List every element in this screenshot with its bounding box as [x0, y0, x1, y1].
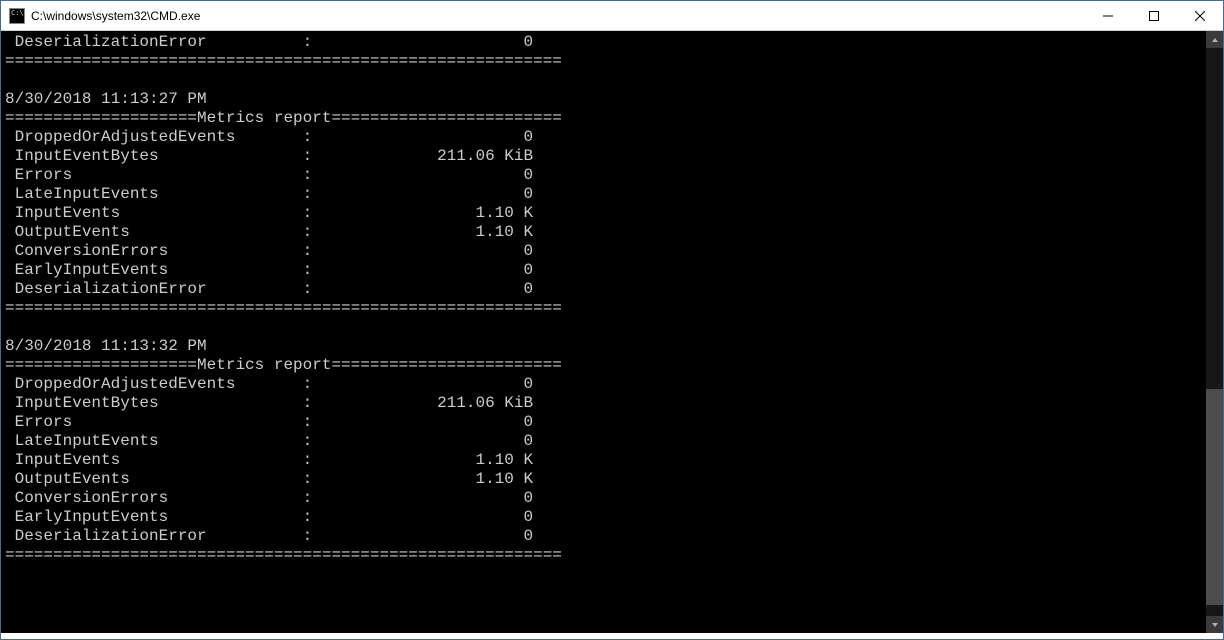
scroll-down-button[interactable]: [1206, 616, 1223, 633]
titlebar[interactable]: C:\windows\system32\CMD.exe: [1, 1, 1223, 31]
close-button[interactable]: [1177, 1, 1223, 30]
window-title: C:\windows\system32\CMD.exe: [31, 9, 200, 23]
cmd-window: C:\windows\system32\CMD.exe Deserializat…: [0, 0, 1224, 640]
vertical-scrollbar[interactable]: [1206, 31, 1223, 633]
minimize-icon: [1103, 11, 1113, 21]
close-icon: [1195, 11, 1205, 21]
scroll-up-button[interactable]: [1206, 31, 1223, 48]
client-area: DeserializationError : 0 ===============…: [1, 31, 1223, 633]
chevron-down-icon: [1211, 621, 1219, 629]
window-controls: [1085, 1, 1223, 30]
maximize-button[interactable]: [1131, 1, 1177, 30]
minimize-button[interactable]: [1085, 1, 1131, 30]
console-output[interactable]: DeserializationError : 0 ===============…: [1, 31, 1206, 633]
chevron-up-icon: [1211, 36, 1219, 44]
scroll-thumb[interactable]: [1206, 389, 1223, 605]
cmd-icon: [9, 8, 25, 24]
resize-border[interactable]: [1, 633, 1223, 639]
scroll-track[interactable]: [1206, 48, 1223, 616]
maximize-icon: [1149, 11, 1159, 21]
